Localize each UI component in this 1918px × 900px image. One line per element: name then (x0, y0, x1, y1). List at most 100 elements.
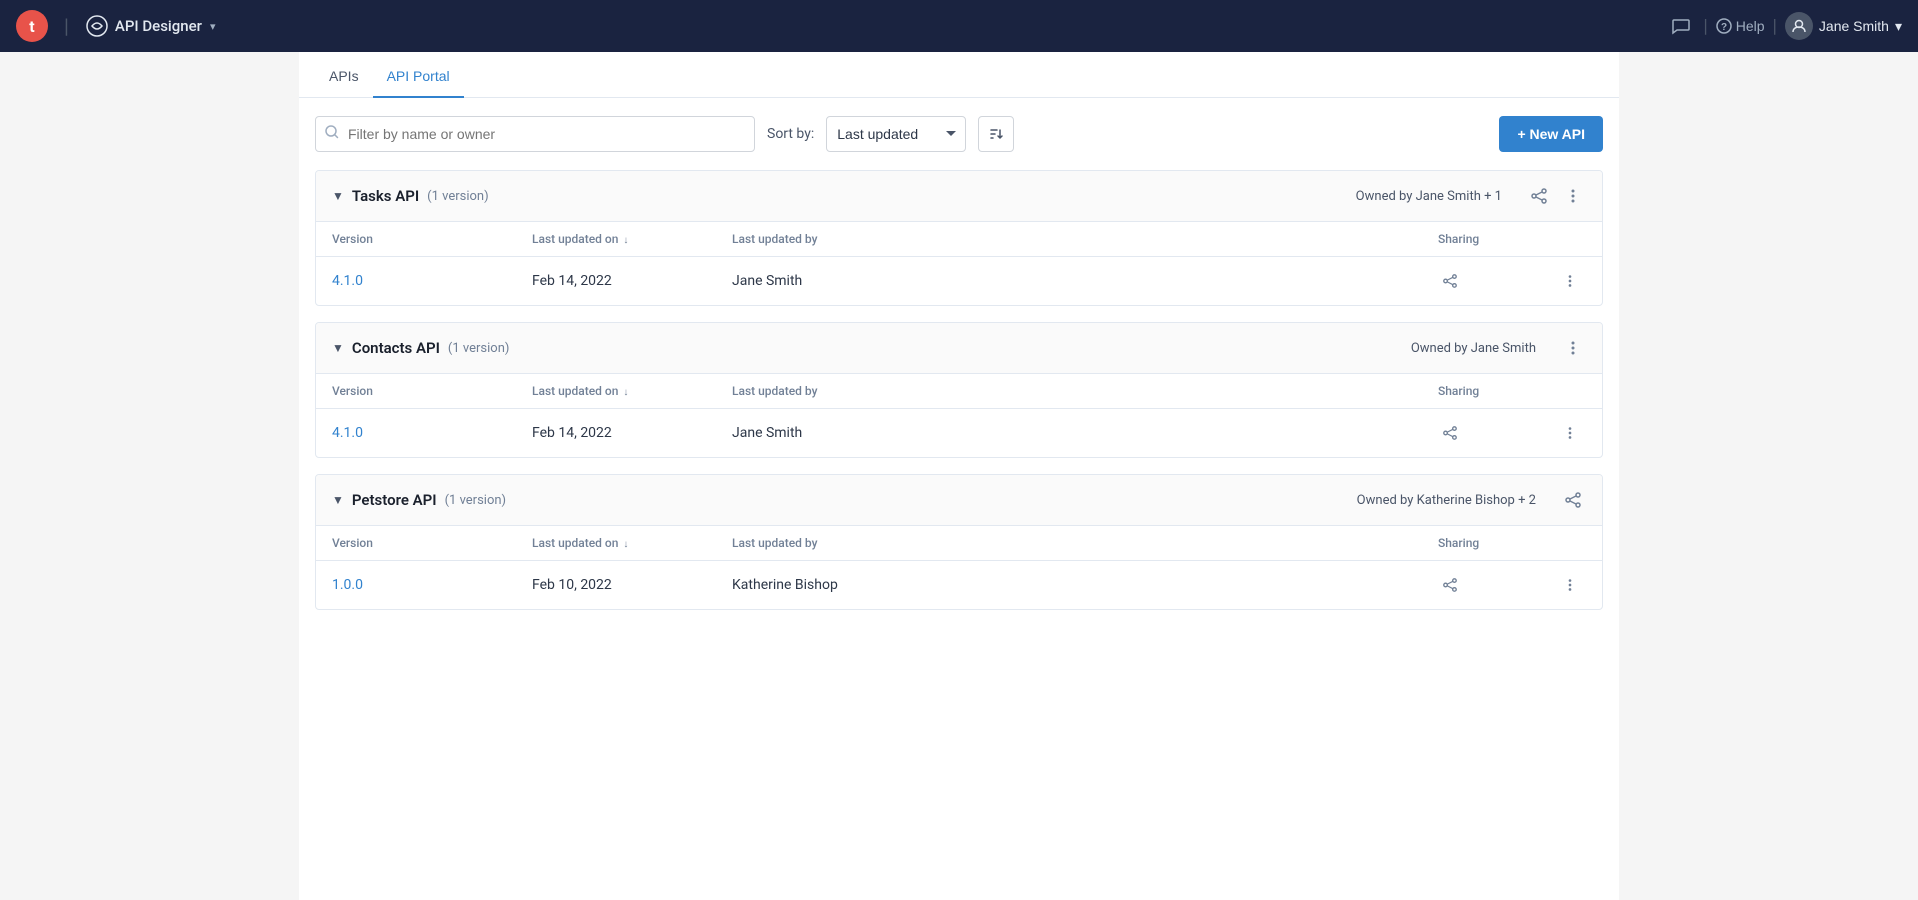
contacts-version-table: Version Last updated on ↓ Last updated b… (316, 374, 1602, 457)
table-row: 4.1.0 Feb 14, 2022 Jane Smith (316, 257, 1602, 306)
nav-divider-1: | (64, 14, 69, 38)
th-updated-on-petstore: Last updated on ↓ (516, 526, 716, 561)
new-api-button[interactable]: + New API (1499, 116, 1603, 152)
petstore-v1-version: 1.0.0 (316, 561, 516, 610)
api-group-header-contacts: ▼ Contacts API (1 version) Owned by Jane… (316, 323, 1602, 374)
petstore-version-link[interactable]: 1.0.0 (332, 577, 363, 593)
toolbar: Sort by: Last updated Name + New API (299, 98, 1619, 170)
nav-divider-2: | (1703, 16, 1707, 37)
sort-arrow-tasks: ↓ (623, 235, 628, 246)
tasks-share-button[interactable] (1526, 185, 1552, 207)
help-icon: ? (1716, 18, 1732, 34)
contacts-v1-more-button[interactable] (1558, 423, 1582, 443)
tasks-more-button[interactable] (1560, 185, 1586, 207)
th-updated-by-petstore: Last updated by (716, 526, 1422, 561)
th-updated-on-contacts: Last updated on ↓ (516, 374, 716, 409)
app-name: API Designer (115, 17, 202, 35)
tasks-version-count: (1 version) (427, 189, 488, 204)
tasks-owner: Owned by Jane Smith + 1 (1356, 189, 1502, 204)
petstore-v1-updated-on: Feb 10, 2022 (516, 561, 716, 610)
brand-logo: t (16, 10, 48, 42)
apigee-icon (85, 14, 109, 38)
main-tabs: APIs API Portal (299, 52, 1619, 98)
user-avatar (1785, 12, 1813, 40)
petstore-v1-updated-by: Katherine Bishop (716, 561, 1422, 610)
sort-arrow-petstore: ↓ (623, 539, 628, 550)
petstore-v1-actions (1542, 561, 1602, 610)
petstore-api-name: Petstore API (352, 491, 437, 509)
th-updated-by-contacts: Last updated by (716, 374, 1422, 409)
user-menu-button[interactable]: Jane Smith ▾ (1785, 12, 1902, 40)
sort-arrow-contacts: ↓ (623, 387, 628, 398)
table-row: 1.0.0 Feb 10, 2022 Katherine Bishop (316, 561, 1602, 610)
contacts-actions (1560, 337, 1586, 359)
petstore-v1-more-button[interactable] (1558, 575, 1582, 595)
sort-order-button[interactable] (978, 116, 1014, 152)
search-input[interactable] (315, 116, 755, 152)
main-content: APIs API Portal Sort by: Last updated Na… (299, 52, 1619, 900)
contacts-api-name: Contacts API (352, 339, 440, 357)
tasks-v1-share-button[interactable] (1438, 271, 1462, 291)
tasks-actions (1526, 185, 1586, 207)
tasks-v1-more-button[interactable] (1558, 271, 1582, 291)
top-navigation: t | API Designer ▾ | ? Help | (0, 0, 1918, 52)
api-group-header-tasks: ▼ Tasks API (1 version) Owned by Jane Sm… (316, 171, 1602, 222)
th-updated-by-tasks: Last updated by (716, 222, 1422, 257)
th-version-petstore: Version (316, 526, 516, 561)
tab-api-portal[interactable]: API Portal (373, 52, 464, 98)
petstore-chevron[interactable]: ▼ (332, 493, 344, 507)
petstore-v1-share-button[interactable] (1438, 575, 1462, 595)
api-group-petstore: ▼ Petstore API (1 version) Owned by Kath… (315, 474, 1603, 610)
app-logo: API Designer ▾ (85, 14, 216, 38)
petstore-actions (1560, 489, 1586, 511)
tasks-v1-actions (1542, 257, 1602, 306)
sort-by-label: Sort by: (767, 126, 814, 142)
contacts-chevron[interactable]: ▼ (332, 341, 344, 355)
tasks-chevron[interactable]: ▼ (332, 189, 344, 203)
contacts-v1-updated-on: Feb 14, 2022 (516, 409, 716, 458)
contacts-version-link[interactable]: 4.1.0 (332, 425, 363, 441)
sort-select[interactable]: Last updated Name (826, 116, 966, 152)
tasks-version-link[interactable]: 4.1.0 (332, 273, 363, 289)
th-actions-petstore (1542, 526, 1602, 561)
contacts-v1-sharing (1422, 409, 1542, 458)
tab-apis[interactable]: APIs (315, 52, 373, 98)
petstore-v1-sharing (1422, 561, 1542, 610)
api-group-contacts: ▼ Contacts API (1 version) Owned by Jane… (315, 322, 1603, 458)
nav-right: | ? Help | Jane Smith ▾ (1667, 12, 1902, 40)
th-version-tasks: Version (316, 222, 516, 257)
tasks-v1-updated-on: Feb 14, 2022 (516, 257, 716, 306)
contacts-v1-version: 4.1.0 (316, 409, 516, 458)
help-label: Help (1736, 18, 1765, 34)
app-dropdown-arrow[interactable]: ▾ (210, 20, 216, 33)
contacts-version-count: (1 version) (448, 341, 509, 356)
th-actions-tasks (1542, 222, 1602, 257)
sort-order-icon (988, 126, 1004, 142)
api-list: ▼ Tasks API (1 version) Owned by Jane Sm… (299, 170, 1619, 650)
tasks-v1-version: 4.1.0 (316, 257, 516, 306)
contacts-more-button[interactable] (1560, 337, 1586, 359)
table-row: 4.1.0 Feb 14, 2022 Jane Smith (316, 409, 1602, 458)
contacts-v1-updated-by: Jane Smith (716, 409, 1422, 458)
chat-icon-button[interactable] (1667, 12, 1695, 40)
nav-divider-3: | (1773, 16, 1777, 37)
search-wrapper (315, 116, 755, 152)
petstore-version-count: (1 version) (445, 493, 506, 508)
user-dropdown-arrow: ▾ (1895, 18, 1902, 35)
api-group-header-petstore: ▼ Petstore API (1 version) Owned by Kath… (316, 475, 1602, 526)
contacts-v1-share-button[interactable] (1438, 423, 1462, 443)
help-button[interactable]: ? Help (1716, 18, 1765, 34)
petstore-share-button[interactable] (1560, 489, 1586, 511)
tasks-v1-sharing (1422, 257, 1542, 306)
th-sharing-contacts: Sharing (1422, 374, 1542, 409)
contacts-owner: Owned by Jane Smith (1411, 341, 1536, 356)
th-sharing-tasks: Sharing (1422, 222, 1542, 257)
th-sharing-petstore: Sharing (1422, 526, 1542, 561)
petstore-version-table: Version Last updated on ↓ Last updated b… (316, 526, 1602, 609)
petstore-owner: Owned by Katherine Bishop + 2 (1357, 493, 1536, 508)
svg-text:?: ? (1721, 22, 1727, 33)
contacts-v1-actions (1542, 409, 1602, 458)
tasks-version-table: Version Last updated on ↓ Last updated b… (316, 222, 1602, 305)
chat-icon (1671, 16, 1691, 36)
tasks-api-name: Tasks API (352, 187, 419, 205)
